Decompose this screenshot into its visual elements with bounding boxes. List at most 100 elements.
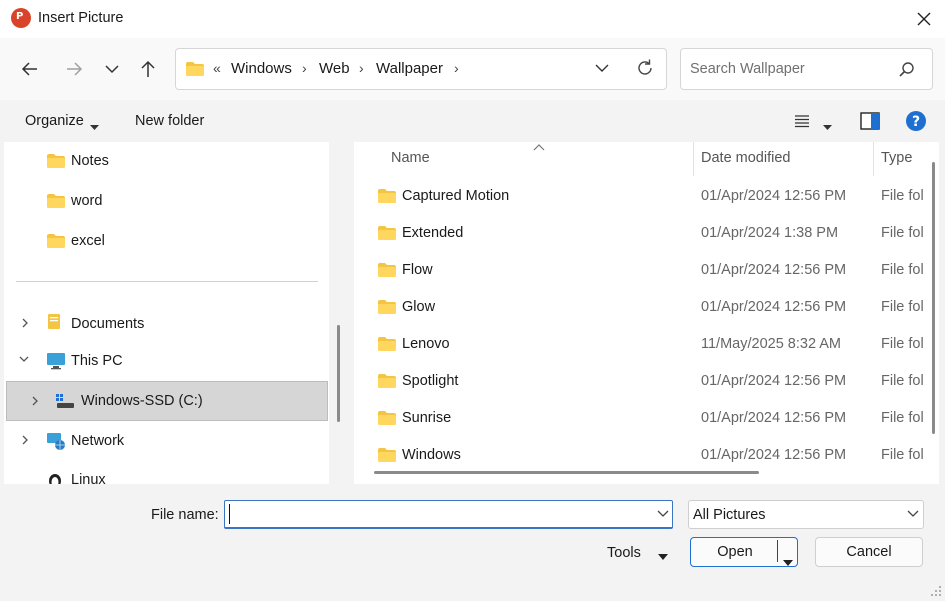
row-date-modified: 01/Apr/2024 1:38 PM	[701, 225, 839, 241]
recent-locations-chevron-icon[interactable]	[99, 56, 125, 82]
nav-divider	[16, 281, 318, 282]
row-name: Captured Motion	[402, 188, 510, 204]
row-date-modified: 01/Apr/2024 12:56 PM	[701, 299, 847, 315]
column-header-date-modified[interactable]: Date modified	[701, 150, 790, 166]
breadcrumb-separator-icon: ›	[454, 60, 459, 76]
file-type-chevron-icon[interactable]	[906, 508, 920, 524]
svg-text:?: ?	[912, 114, 920, 130]
open-button-label: Open	[717, 544, 753, 560]
file-name-dropdown-chevron-icon[interactable]	[656, 508, 670, 524]
row-type: File fol	[881, 262, 924, 278]
nav-item-excel[interactable]: excel	[71, 233, 105, 249]
nav-item-linux[interactable]: Linux	[71, 472, 106, 484]
table-row[interactable]: Spotlight 01/Apr/2024 12:56 PM File fol	[354, 366, 930, 398]
new-folder-button[interactable]: New folder	[135, 113, 204, 129]
search-placeholder: Search Wallpaper	[690, 61, 805, 77]
row-name: Sunrise	[402, 410, 452, 426]
breadcrumb-overflow[interactable]: «	[213, 60, 221, 76]
expand-chevron-icon[interactable]	[29, 394, 41, 412]
column-header-type[interactable]: Type	[881, 150, 912, 166]
breadcrumb-separator-icon: ›	[302, 60, 307, 76]
table-row[interactable]: Lenovo 11/May/2025 8:32 AM File fol	[354, 329, 930, 361]
network-icon	[46, 432, 66, 454]
column-header-name[interactable]: Name	[391, 150, 430, 166]
nav-scrollbar-thumb[interactable]	[337, 325, 340, 422]
cancel-button[interactable]: Cancel	[815, 537, 923, 567]
folder-icon	[378, 226, 396, 244]
row-date-modified: 01/Apr/2024 12:56 PM	[701, 447, 847, 463]
documents-icon	[47, 314, 61, 336]
nav-item-windows-ssd[interactable]: Windows-SSD (C:)	[81, 393, 203, 409]
folder-icon	[378, 263, 396, 281]
folder-icon	[378, 189, 396, 207]
nav-item-this-pc[interactable]: This PC	[71, 353, 123, 369]
sort-ascending-icon	[533, 140, 545, 156]
expand-chevron-icon[interactable]	[19, 433, 31, 451]
row-type: File fol	[881, 410, 924, 426]
expand-chevron-icon[interactable]	[19, 316, 31, 334]
back-arrow-icon[interactable]	[17, 56, 43, 82]
view-list-icon[interactable]	[794, 113, 810, 129]
list-vertical-scrollbar-thumb[interactable]	[932, 162, 935, 434]
collapse-chevron-icon[interactable]	[17, 353, 31, 369]
folder-icon	[47, 154, 65, 172]
row-name: Lenovo	[402, 336, 450, 352]
row-date-modified: 01/Apr/2024 12:56 PM	[701, 410, 847, 426]
address-dropdown-chevron-icon[interactable]	[592, 58, 612, 78]
refresh-icon[interactable]	[634, 57, 656, 79]
nav-item-network[interactable]: Network	[71, 433, 124, 449]
tools-button[interactable]: Tools	[607, 545, 641, 561]
row-type: File fol	[881, 299, 924, 315]
breadcrumb-windows[interactable]: Windows	[231, 60, 292, 77]
breadcrumb-wallpaper[interactable]: Wallpaper	[376, 60, 443, 77]
row-type: File fol	[881, 373, 924, 389]
breadcrumb-separator-icon: ›	[359, 60, 364, 76]
forward-arrow-icon[interactable]	[61, 56, 87, 82]
up-arrow-icon[interactable]	[135, 56, 161, 82]
row-name: Flow	[402, 262, 433, 278]
window-title: Insert Picture	[38, 10, 124, 26]
nav-item-word[interactable]: word	[71, 193, 102, 209]
search-icon[interactable]	[897, 60, 917, 80]
folder-icon	[186, 62, 204, 76]
text-caret	[229, 504, 230, 524]
folder-icon	[47, 234, 65, 252]
open-button[interactable]: Open	[690, 537, 798, 567]
column-divider[interactable]	[693, 142, 694, 176]
nav-item-documents[interactable]: Documents	[71, 316, 144, 332]
breadcrumb-web[interactable]: Web	[319, 60, 350, 77]
row-name: Glow	[402, 299, 436, 315]
folder-icon	[378, 300, 396, 318]
table-row[interactable]: Flow 01/Apr/2024 12:56 PM File fol	[354, 255, 930, 287]
open-dropdown-caret-icon[interactable]	[783, 549, 793, 577]
preview-pane-icon[interactable]	[860, 112, 880, 130]
table-row[interactable]: Extended 01/Apr/2024 1:38 PM File fol	[354, 218, 930, 250]
file-name-input[interactable]	[224, 500, 673, 529]
table-row[interactable]: Captured Motion 01/Apr/2024 12:56 PM File …	[354, 181, 930, 213]
row-date-modified: 01/Apr/2024 12:56 PM	[701, 262, 847, 278]
help-icon[interactable]: ?	[905, 110, 927, 132]
folder-icon	[378, 374, 396, 392]
column-divider[interactable]	[873, 142, 874, 176]
this-pc-icon	[46, 352, 66, 374]
row-type: File fol	[881, 447, 924, 463]
table-row[interactable]: Glow 01/Apr/2024 12:56 PM File fol	[354, 292, 930, 324]
close-icon[interactable]	[912, 7, 936, 31]
split-divider	[777, 540, 778, 562]
organize-button[interactable]: Organize	[25, 113, 84, 129]
file-type-value[interactable]: All Pictures	[693, 507, 766, 523]
tools-dropdown-caret-icon[interactable]	[658, 549, 668, 565]
row-type: File fol	[881, 188, 924, 204]
nav-item-notes[interactable]: Notes	[71, 153, 109, 169]
folder-icon	[378, 337, 396, 355]
view-options-caret-icon[interactable]	[823, 119, 832, 135]
organize-dropdown-caret-icon[interactable]	[90, 119, 99, 135]
list-horizontal-scrollbar-thumb[interactable]	[374, 471, 759, 474]
row-name: Windows	[402, 447, 461, 463]
row-type: File fol	[881, 225, 924, 241]
row-type: File fol	[881, 336, 924, 352]
table-row[interactable]: Sunrise 01/Apr/2024 12:56 PM File fol	[354, 403, 930, 435]
folder-icon	[378, 411, 396, 429]
row-date-modified: 01/Apr/2024 12:56 PM	[701, 188, 847, 204]
resize-grip-icon[interactable]	[930, 585, 942, 601]
